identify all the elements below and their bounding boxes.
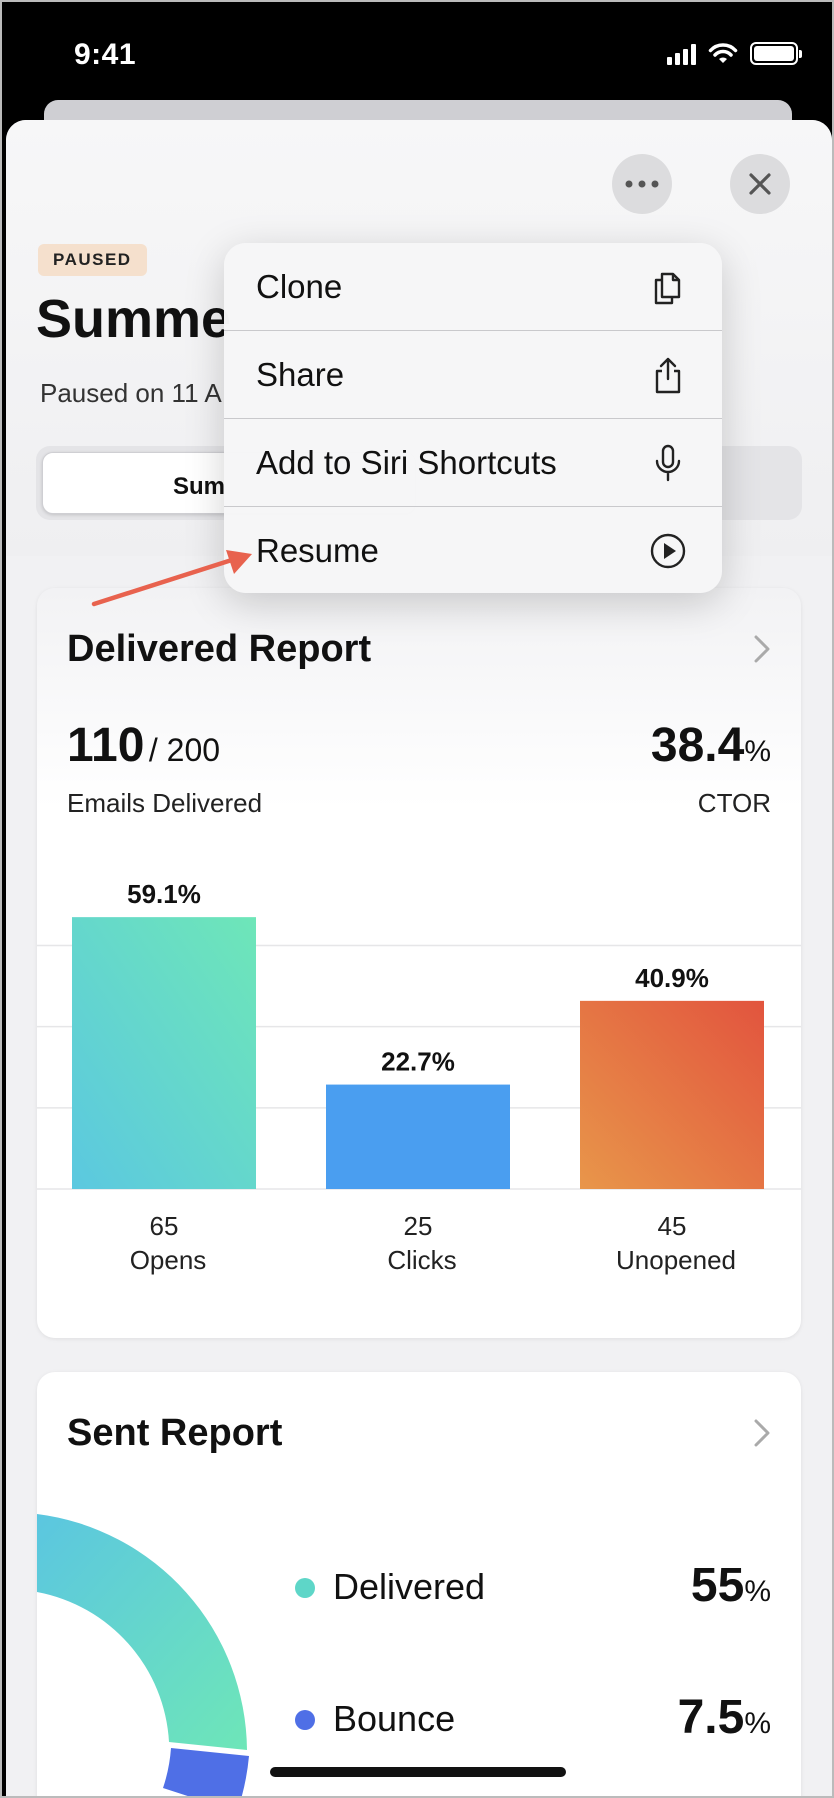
chevron-right-icon	[754, 1419, 770, 1447]
legend-dot-delivered	[295, 1578, 315, 1598]
sent-report-title: Sent Report	[67, 1412, 283, 1454]
sent-donut-chart	[37, 1514, 249, 1796]
bar-category-label: Opens	[130, 1245, 207, 1275]
delivered-count: 110	[67, 719, 145, 772]
bar-count-label: 45	[658, 1211, 687, 1241]
home-indicator	[270, 1767, 566, 1777]
bar-unopened	[580, 1000, 764, 1189]
ctor-value-group: 38.4%	[651, 718, 771, 773]
legend-value-delivered: 55%	[691, 1558, 771, 1613]
bar-count-label: 65	[150, 1211, 179, 1241]
donut-segment-bounce	[163, 1748, 249, 1796]
bar-opens	[72, 917, 256, 1189]
bar-clicks	[326, 1084, 510, 1189]
ctor-value: 38.4	[650, 719, 745, 772]
bar-category-label: Unopened	[616, 1245, 736, 1275]
bar-value-label: 40.9%	[635, 963, 709, 993]
annotation-arrow	[91, 550, 252, 607]
emails-delivered-count: 110 / 200	[67, 718, 220, 773]
delivered-percent: 55	[690, 1559, 745, 1612]
legend-dot-bounce	[295, 1710, 315, 1730]
ctor-label: CTOR	[697, 788, 771, 818]
legend-row-delivered: Delivered 55%	[37, 1558, 801, 1618]
legend-row-bounce: Bounce 7.5%	[37, 1690, 801, 1750]
bar-category-label: Clicks	[387, 1245, 456, 1275]
bounce-percent: 7.5	[677, 1691, 745, 1744]
legend-value-bounce: 7.5%	[678, 1690, 771, 1745]
ctor-unit: %	[744, 735, 771, 768]
delivered-bar-chart: 59.1% 65 Opens 22.7% 25 Clicks 40.9% 45 Unopened	[37, 879, 801, 1275]
legend-label-delivered: Delivered	[333, 1566, 486, 1607]
phone-frame: 9:41 PAUSED Summe Paused on 11 A Sum Del…	[0, 0, 834, 1798]
bar-value-label: 22.7%	[381, 1047, 455, 1077]
delivered-total: / 200	[148, 732, 221, 768]
emails-delivered-label: Emails Delivered	[67, 788, 263, 818]
legend-label-bounce: Bounce	[333, 1698, 456, 1739]
bar-count-label: 25	[404, 1211, 433, 1241]
sent-report-card[interactable]: Sent Report Delivered 55% Bounce 7.5%	[37, 1372, 801, 1796]
delivered-percent-unit: %	[744, 1575, 771, 1608]
bar-value-label: 59.1%	[127, 879, 201, 909]
bounce-percent-unit: %	[744, 1707, 771, 1740]
